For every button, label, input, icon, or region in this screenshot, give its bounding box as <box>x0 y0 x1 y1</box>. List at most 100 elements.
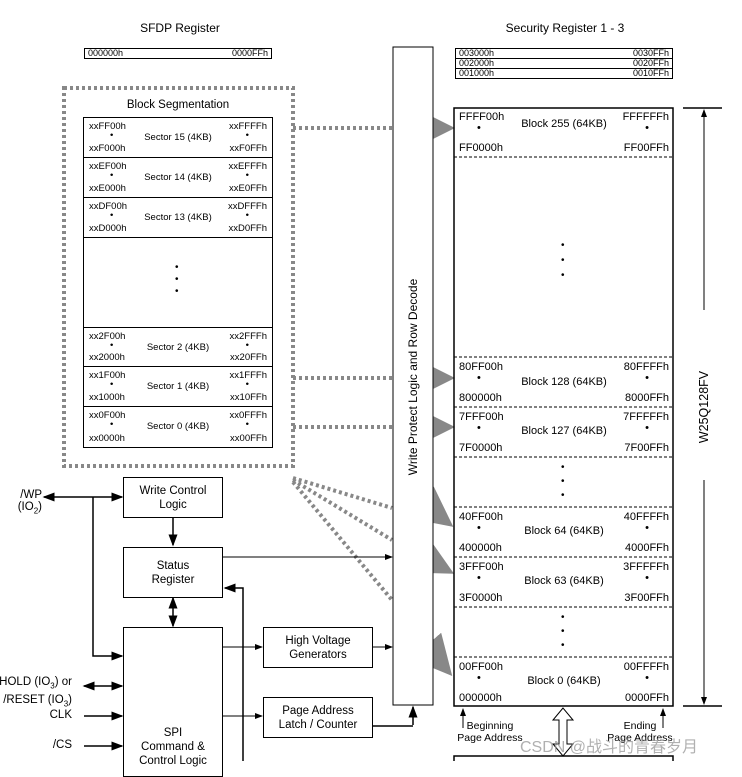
block-label: Block 64 (64KB) <box>524 525 604 537</box>
addr: 400000h <box>459 542 502 554</box>
bullet: • <box>245 170 249 181</box>
pin-hold-suffix: ) or <box>54 676 72 688</box>
hv-line1: High Voltage <box>285 634 351 647</box>
addr: xxFF00h <box>89 121 126 132</box>
addr: xx2000h <box>89 352 125 363</box>
addr: xx1000h <box>89 392 125 403</box>
addr: xx10FFh <box>230 392 267 403</box>
pin-hold-reset: /HOLD (IO3) or /RESET (IO3) <box>0 675 72 712</box>
bullet: • <box>561 240 565 251</box>
block-ellipsis-2: • • • <box>561 461 565 503</box>
bullet: • <box>245 210 249 221</box>
bullet: • <box>561 255 565 266</box>
bullet: • <box>645 672 649 684</box>
pin-reset-text: /RESET (IO <box>3 694 64 707</box>
sector-1: xx1F00h • xx1000h Sector 1 (4KB) xx1FFFh • x… <box>84 367 272 407</box>
addr: xxE0FFh <box>228 183 267 194</box>
addr: 80FF00h <box>459 361 504 373</box>
addr: xxE000h <box>89 183 126 194</box>
block-label: Block 0 (64KB) <box>527 675 601 687</box>
addr: xxD0FFh <box>228 223 267 234</box>
addr: 7FFF00h <box>459 411 504 423</box>
wcl-line1: Write Control <box>139 484 207 497</box>
addr: 3F0000h <box>459 592 503 604</box>
pin-wp: /WP (IO2) <box>17 489 42 516</box>
pin-wp-text: /WP (IO <box>17 489 42 513</box>
sr-line2: Register <box>151 573 195 586</box>
spi-command-control: SPI Command & Control Logic <box>123 627 223 777</box>
block-seg-title: Block Segmentation <box>126 99 230 111</box>
bullet: • <box>175 286 179 297</box>
bullet: • <box>561 640 565 651</box>
addr: xxEF00h <box>89 161 127 172</box>
bullet: • <box>245 130 249 141</box>
addr: 00FF00h <box>459 661 504 673</box>
bullet: • <box>561 476 565 487</box>
pin-clk: CLK <box>49 709 72 721</box>
sector-label: Sector 1 (4KB) <box>146 381 210 392</box>
addr: 0000FFh <box>624 692 669 704</box>
sector-label: Sector 15 (4KB) <box>144 132 212 143</box>
bullet: • <box>561 270 565 281</box>
block-255: FFFF00h • FF0000h Block 255 (64KB) FFFFFFh… <box>455 108 673 157</box>
pal-line1: Page Address <box>282 704 354 717</box>
pin-reset-sub: 3 <box>63 699 69 709</box>
addr: xx1F00h <box>89 370 126 381</box>
addr: xx2F00h <box>89 331 126 342</box>
bullet: • <box>645 372 649 384</box>
block-ellipsis-3: • • • <box>561 611 565 653</box>
wcl-line2: Logic <box>159 498 187 511</box>
block-label: Block 63 (64KB) <box>524 575 604 587</box>
bullet: • <box>245 419 249 430</box>
bullet: • <box>645 422 649 434</box>
bullet: • <box>645 572 649 584</box>
addr: xxF000h <box>89 143 126 154</box>
addr: 3F00FFh <box>624 592 669 604</box>
addr: 800000h <box>459 392 502 404</box>
block-127: 7FFF00h • 7F0000h Block 127 (64KB) 7FFFFFh… <box>455 408 673 457</box>
block-label: Block 127 (64KB) <box>521 425 607 437</box>
sr-line1: Status <box>156 559 190 572</box>
block-label: Block 128 (64KB) <box>521 376 607 388</box>
sector-label: Sector 14 (4KB) <box>144 172 212 183</box>
page-address-latch: Page Address Latch / Counter <box>263 697 373 738</box>
addr: FF0000h <box>459 142 504 154</box>
addr: xxF0FFh <box>229 143 267 154</box>
addr: xx20FFh <box>230 352 267 363</box>
watermark: CSDN @战斗的青春岁月 <box>520 739 699 756</box>
high-voltage-generators: High Voltage Generators <box>263 627 373 668</box>
addr: FF00FFh <box>623 142 669 154</box>
block-64: 40FF00h • 400000h Block 64 (64KB) 40FFFFh •… <box>455 508 673 557</box>
pin-cs: /CS <box>52 739 72 751</box>
sector-ellipsis: • • • <box>175 262 179 298</box>
addr: xx00FFh <box>230 433 267 444</box>
addr: 4000FFh <box>624 542 669 554</box>
pal-line2: Latch / Counter <box>278 718 358 731</box>
bullet: • <box>561 626 565 637</box>
addr: 40FF00h <box>459 511 504 523</box>
block-0: 00FF00h • 000000h Block 0 (64KB) 00FFFFh • 0… <box>455 658 673 707</box>
write-protect-label: Write Protect Logic and Row Decode <box>406 278 420 476</box>
block-ellipsis-1: • • • <box>561 238 565 283</box>
addr: 7F0000h <box>459 442 503 454</box>
sector-0: xx0F00h • xx0000h Sector 0 (4KB) xx0FFFh • x… <box>84 407 272 447</box>
bullet: • <box>561 612 565 623</box>
bullet: • <box>245 340 249 351</box>
sector-14: xxEF00h • xxE000h Sector 14 (4KB) xxEFFFh •… <box>84 158 272 198</box>
sector-13: xxDF00h • xxD000h Sector 13 (4KB) xxDFFFh •… <box>84 198 272 238</box>
spi-line3: Control Logic <box>139 755 207 767</box>
bullet: • <box>175 262 179 273</box>
addr: xx0000h <box>89 433 125 444</box>
addr: xxD000h <box>89 223 127 234</box>
bullet: • <box>561 490 565 501</box>
pin-hold-text: /HOLD (IO <box>0 676 51 688</box>
addr: xx0F00h <box>89 410 126 421</box>
addr: 8000FFh <box>624 392 669 404</box>
bullet: • <box>645 522 649 534</box>
bullet: • <box>175 274 179 285</box>
hv-line2: Generators <box>289 648 347 661</box>
addr: xxDF00h <box>89 201 128 212</box>
addr: 3FFF00h <box>459 561 504 573</box>
addr: 000000h <box>459 692 502 704</box>
spi-line2: Command & <box>141 741 205 753</box>
